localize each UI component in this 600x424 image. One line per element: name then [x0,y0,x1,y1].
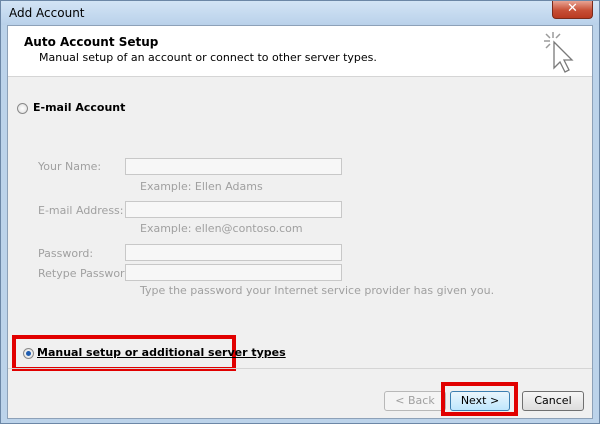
close-button[interactable]: ✕ [552,1,593,19]
your-name-label: Your Name: [38,160,102,173]
email-account-radio[interactable] [17,103,28,114]
retype-password-label: Retype Password: [38,267,136,280]
email-address-field[interactable] [125,201,342,218]
email-address-hint: Example: ellen@contoso.com [140,222,303,235]
your-name-field[interactable] [125,158,342,175]
dialog-header: Auto Account Setup Manual setup of an ac… [8,26,592,77]
back-button[interactable]: < Back [384,391,446,411]
button-separator [8,368,592,369]
password-label: Password: [38,247,94,260]
your-name-hint: Example: Ellen Adams [140,180,263,193]
window-title: Add Account [9,6,85,20]
cancel-button[interactable]: Cancel [522,391,584,411]
add-account-dialog: Add Account ✕ Auto Account Setup Manual … [0,0,600,424]
password-field[interactable] [125,244,342,261]
email-account-label[interactable]: E-mail Account [33,101,125,114]
retype-password-field[interactable] [125,264,342,281]
password-hint: Type the password your Internet service … [140,284,495,297]
email-address-label: E-mail Address: [38,204,124,217]
cursor-click-icon [544,32,574,73]
manual-setup-radio[interactable] [23,348,34,359]
header-subtitle: Manual setup of an account or connect to… [39,51,377,64]
title-bar[interactable]: Add Account ✕ [1,1,599,25]
header-title: Auto Account Setup [24,35,159,49]
dialog-body: Auto Account Setup Manual setup of an ac… [7,25,593,419]
manual-setup-label[interactable]: Manual setup or additional server types [37,346,286,359]
next-button[interactable]: Next > [450,391,510,411]
